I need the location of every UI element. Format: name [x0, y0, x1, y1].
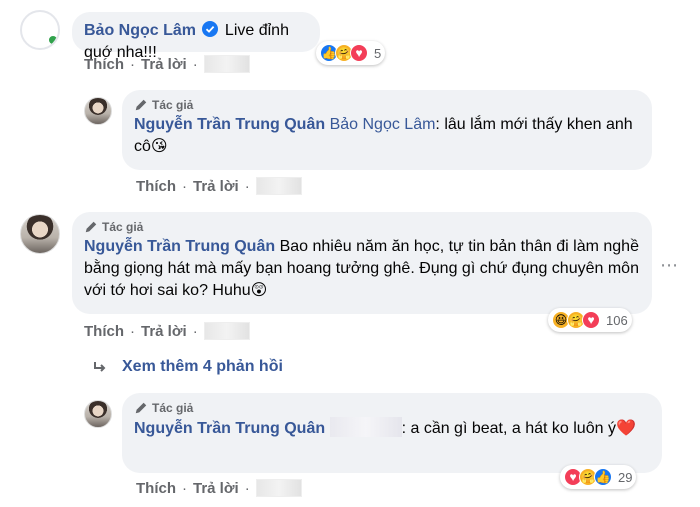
verified-badge-icon: [202, 21, 219, 37]
comment-bubble: Tác giả Nguyễn Trần Trung Quân : a cần g…: [122, 393, 662, 473]
avatar[interactable]: [84, 97, 112, 125]
author-tag: Tác giả: [84, 220, 640, 234]
comment-bubble: Tác giả Nguyễn Trần Trung Quân Bảo Ngọc …: [122, 90, 652, 170]
comment-bubble: Bảo Ngọc Lâm Live đỉnh quớ nha!!!: [72, 12, 320, 61]
avatar[interactable]: [20, 10, 60, 50]
timestamp-redacted: [255, 177, 302, 195]
like-button[interactable]: Thích: [84, 56, 124, 73]
separator: ·: [182, 177, 187, 195]
avatar[interactable]: [84, 400, 112, 428]
reaction-count: 106: [606, 312, 628, 328]
love-icon: ♥: [582, 311, 600, 329]
author-tag: Tác giả: [134, 98, 640, 112]
pencil-icon: [85, 221, 97, 233]
redacted-mention: [329, 417, 402, 437]
reaction-count: 29: [618, 469, 633, 485]
comment-author[interactable]: Nguyễn Trần Trung Quân: [134, 420, 325, 437]
reply-arrow-icon: [94, 362, 106, 372]
comment-actions: Thích · Trả lời ·: [84, 55, 250, 73]
online-status-dot: [47, 34, 58, 46]
separator: ·: [182, 479, 187, 497]
reply-button[interactable]: Trả lời: [193, 480, 239, 497]
more-options-icon[interactable]: ⋯: [660, 255, 678, 276]
love-icon: ♥: [350, 44, 368, 62]
comment-actions: Thích · Trả lời ·: [136, 479, 302, 497]
comment-author[interactable]: Bảo Ngọc Lâm: [84, 22, 196, 39]
timestamp-redacted: [203, 55, 250, 73]
pencil-icon: [135, 99, 147, 111]
reply-button[interactable]: Trả lời: [193, 178, 239, 195]
pencil-icon: [135, 402, 147, 414]
reply-button[interactable]: Trả lời: [141, 323, 187, 340]
comment-text: : a cần gì beat, a hát ko luôn ý❤️: [401, 420, 636, 437]
reaction-summary[interactable]: 👍 🤗 ♥ 5: [316, 41, 386, 65]
comment-author[interactable]: Nguyễn Trần Trung Quân: [134, 116, 325, 133]
like-icon: 👍: [594, 468, 612, 486]
separator: ·: [244, 177, 250, 195]
reaction-summary[interactable]: 😆 🤗 ♥ 106: [548, 308, 632, 332]
author-tag-label: Tác giả: [102, 220, 144, 234]
separator: ·: [192, 55, 198, 73]
separator: ·: [192, 322, 198, 340]
avatar[interactable]: [20, 214, 60, 254]
author-tag-label: Tác giả: [152, 98, 194, 112]
view-more-label: Xem thêm 4 phản hồi: [122, 358, 283, 375]
separator: ·: [130, 322, 135, 340]
comment-bubble: Tác giả Nguyễn Trần Trung Quân Bao nhiêu…: [72, 212, 652, 314]
comment-author[interactable]: Nguyễn Trần Trung Quân: [84, 238, 275, 255]
comment-actions: Thích · Trả lời ·: [136, 177, 302, 195]
timestamp-redacted: [255, 479, 302, 497]
separator: ·: [244, 479, 250, 497]
author-tag-label: Tác giả: [152, 401, 194, 415]
comment-actions: Thích · Trả lời ·: [84, 322, 250, 340]
like-button[interactable]: Thích: [136, 178, 176, 195]
mention-link[interactable]: Bảo Ngọc Lâm: [330, 116, 436, 133]
reaction-summary[interactable]: ♥ 🤗 👍 29: [560, 465, 637, 489]
timestamp-redacted: [203, 322, 250, 340]
author-tag: Tác giả: [134, 401, 650, 415]
reaction-count: 5: [374, 45, 382, 61]
like-button[interactable]: Thích: [84, 323, 124, 340]
like-button[interactable]: Thích: [136, 480, 176, 497]
separator: ·: [130, 55, 135, 73]
reply-button[interactable]: Trả lời: [141, 56, 187, 73]
view-more-replies-link[interactable]: Xem thêm 4 phản hồi: [92, 358, 283, 376]
